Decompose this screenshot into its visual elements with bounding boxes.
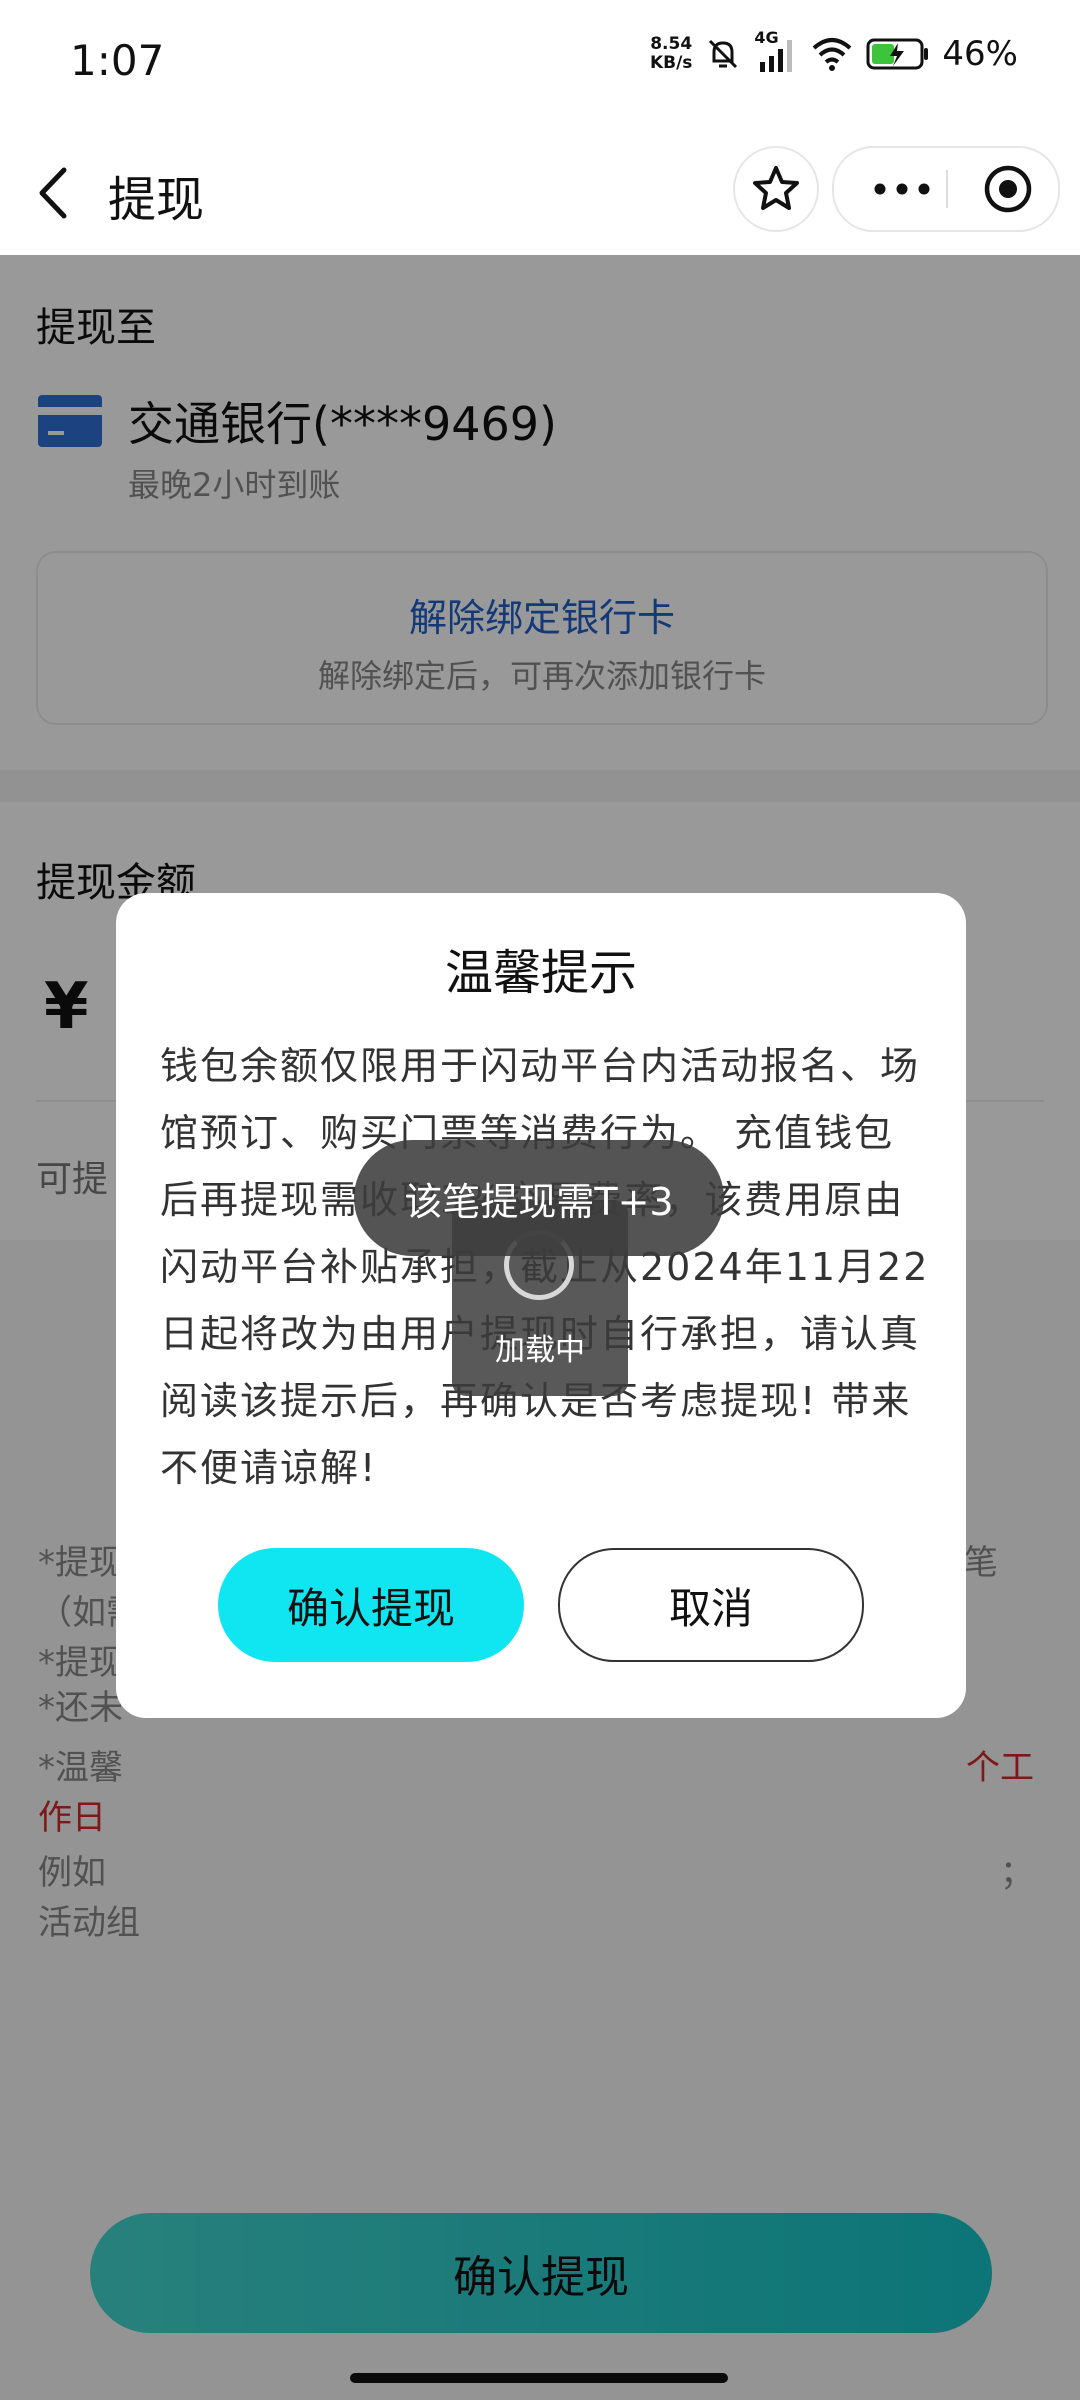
status-icons: 8.54 KB/s 4G 46%: [649, 28, 1018, 74]
dialog-title: 温馨提示: [444, 945, 637, 1001]
battery-charging-icon: [866, 38, 929, 70]
star-icon: [753, 166, 799, 210]
more-dots-icon: [874, 183, 930, 195]
wifi-icon: [813, 38, 852, 71]
confirm-withdraw-button[interactable]: 确认提现: [218, 1548, 524, 1662]
cancel-button[interactable]: 取消: [558, 1548, 864, 1662]
close-miniapp-button[interactable]: [968, 148, 1048, 230]
more-button[interactable]: [862, 148, 942, 230]
status-time: 1:07: [70, 36, 165, 85]
back-arrow-icon[interactable]: [30, 158, 80, 228]
mute-bell-icon: [709, 39, 738, 69]
net-speed: 8.54 KB/s: [649, 34, 693, 73]
cell-signal-icon: [760, 40, 793, 72]
favorite-button[interactable]: [733, 146, 819, 232]
page-title: 提现: [108, 172, 205, 228]
capsule-divider: [946, 170, 948, 208]
battery-percent: 46%: [942, 34, 1018, 74]
toast-message: 该笔提现需T+3: [354, 1140, 724, 1256]
target-close-icon: [984, 165, 1032, 213]
loading-text: 加载中: [495, 1333, 585, 1368]
status-bar: 1:07 8.54 KB/s 4G 46%: [0, 0, 1080, 130]
cell-signal: 4G: [754, 28, 798, 74]
nav-bar: 提现: [0, 130, 1080, 255]
miniapp-capsule: [832, 146, 1060, 232]
